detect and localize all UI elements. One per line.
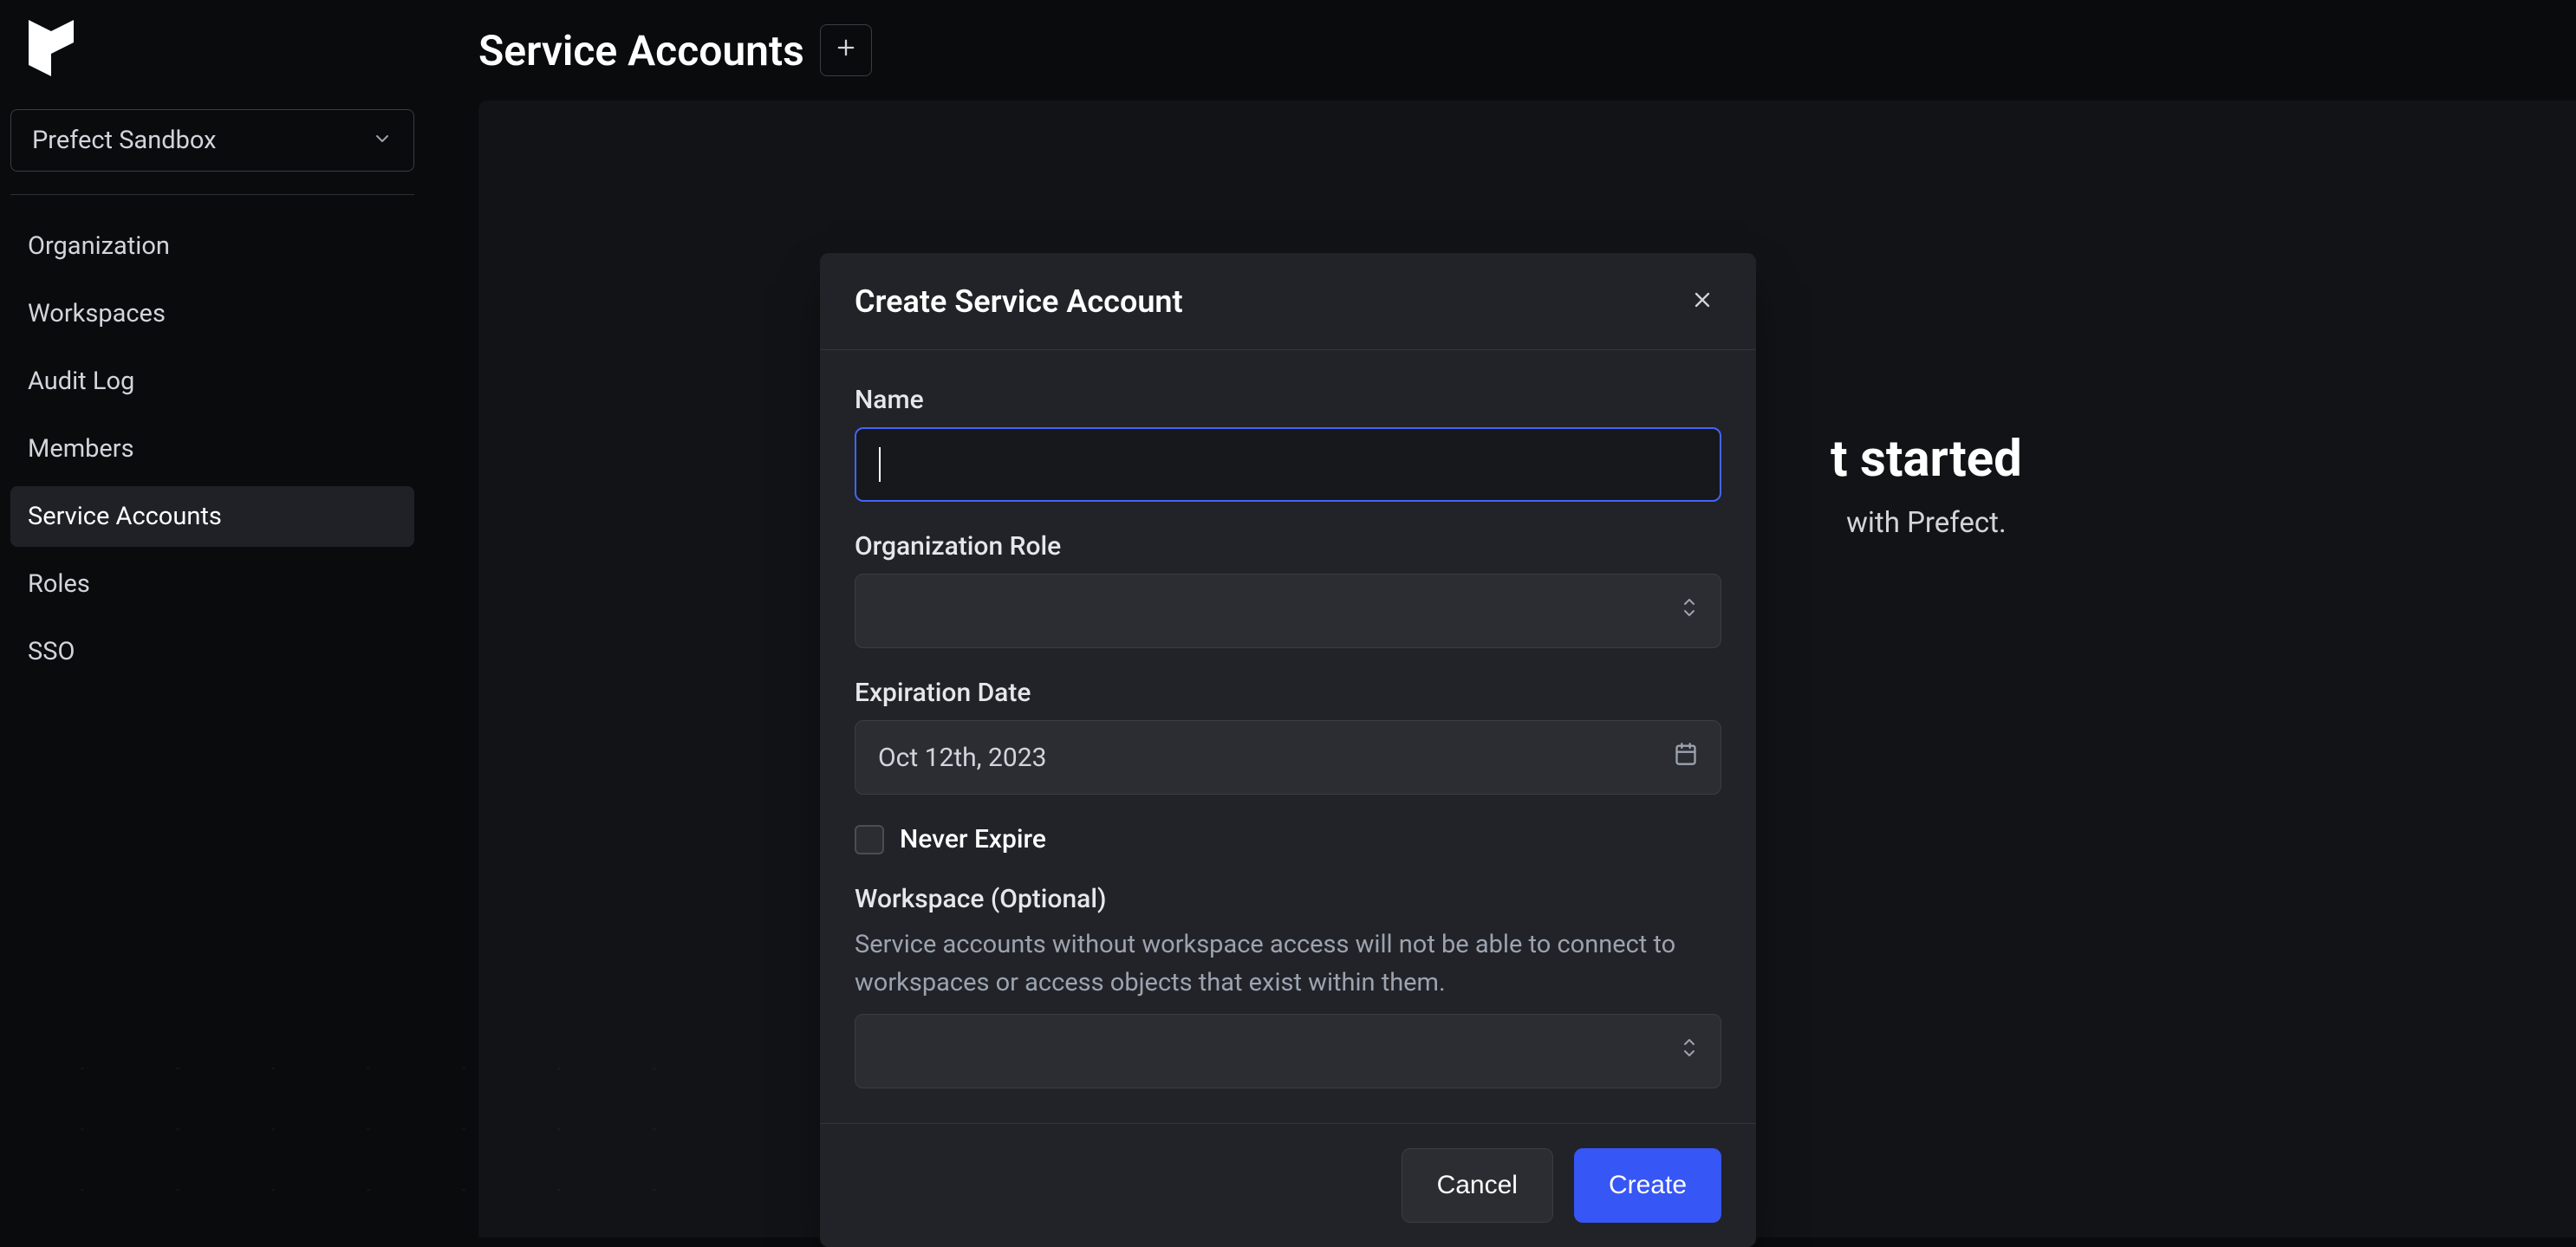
create-button[interactable]: Create [1574, 1148, 1721, 1223]
name-label: Name [855, 385, 1721, 415]
never-expire-row: Never Expire [855, 824, 1721, 854]
expiration-label: Expiration Date [855, 678, 1721, 708]
workspace-group: Workspace (Optional) Service accounts wi… [855, 884, 1721, 1088]
org-role-group: Organization Role [855, 531, 1721, 648]
close-icon [1690, 302, 1714, 315]
calendar-icon [1674, 742, 1698, 773]
expiration-group: Expiration Date Oct 12th, 2023 [855, 678, 1721, 795]
text-caret [879, 447, 881, 482]
chevron-updown-icon [1681, 1036, 1698, 1067]
modal-footer: Cancel Create [820, 1123, 1756, 1247]
org-role-select[interactable] [855, 574, 1721, 648]
workspace-select[interactable] [855, 1014, 1721, 1088]
modal-header: Create Service Account [820, 253, 1756, 350]
modal-body: Name Organization Role Expiration Date O… [820, 350, 1756, 1123]
org-role-label: Organization Role [855, 531, 1721, 562]
name-group: Name [855, 385, 1721, 502]
name-field[interactable] [855, 427, 1721, 502]
workspace-label: Workspace (Optional) [855, 884, 1721, 914]
never-expire-checkbox[interactable] [855, 825, 884, 854]
never-expire-label: Never Expire [900, 824, 1046, 854]
close-button[interactable] [1683, 281, 1721, 321]
cancel-button[interactable]: Cancel [1402, 1148, 1553, 1223]
modal-title: Create Service Account [855, 283, 1183, 320]
chevron-updown-icon [1681, 595, 1698, 627]
expiration-value: Oct 12th, 2023 [878, 743, 1046, 773]
expiration-field[interactable]: Oct 12th, 2023 [855, 720, 1721, 795]
create-service-account-modal: Create Service Account Name Organization… [820, 253, 1756, 1247]
workspace-help: Service accounts without workspace acces… [855, 926, 1721, 1002]
modal-overlay: Create Service Account Name Organization… [0, 0, 2576, 1237]
